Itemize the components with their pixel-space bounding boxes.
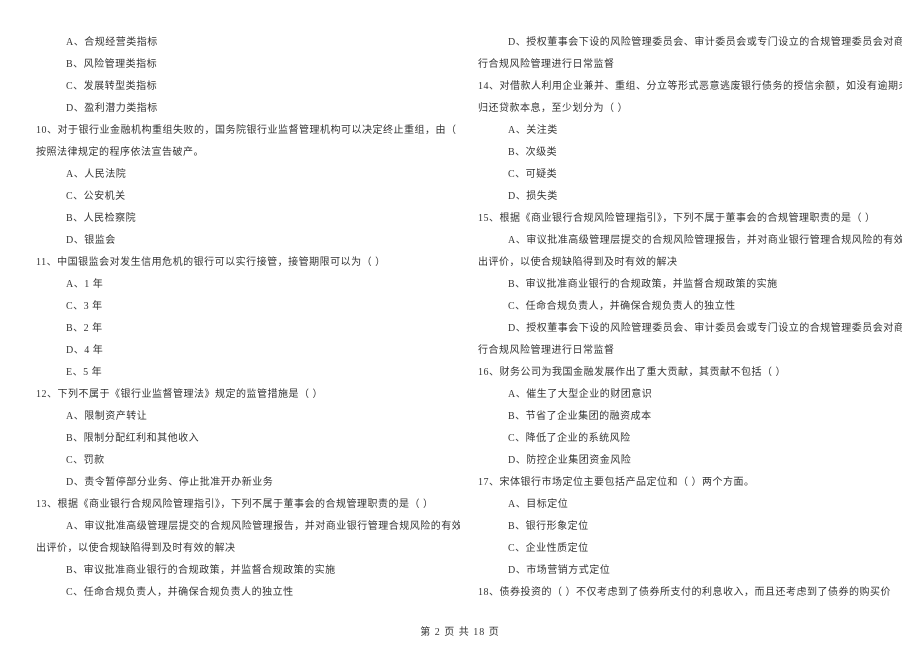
text-line: D、责令暂停部分业务、停止批准开办新业务 — [36, 472, 460, 494]
text-line: A、催生了大型企业的财团意识 — [478, 384, 902, 406]
text-line: B、限制分配红利和其他收入 — [36, 428, 460, 450]
text-line: A、人民法院 — [36, 164, 460, 186]
text-line: 行合规风险管理进行日常监督 — [478, 54, 902, 76]
text-line: C、罚款 — [36, 450, 460, 472]
text-line: A、1 年 — [36, 274, 460, 296]
text-line: D、授权董事会下设的风险管理委员会、审计委员会或专门设立的合规管理委员会对商业银 — [478, 32, 902, 54]
exam-page: A、合规经营类指标B、风险管理类指标C、发展转型类指标D、盈利潜力类指标10、对… — [0, 0, 920, 614]
right-column: D、授权董事会下设的风险管理委员会、审计委员会或专门设立的合规管理委员会对商业银… — [478, 32, 902, 604]
text-line: 归还贷款本息，至少划分为（ ） — [478, 98, 902, 120]
text-line: 12、下列不属于《银行业监督管理法》规定的监管措施是（ ） — [36, 384, 460, 406]
text-line: 16、财务公司为我国金融发展作出了重大贡献，其贡献不包括（ ） — [478, 362, 902, 384]
text-line: E、5 年 — [36, 362, 460, 384]
page-footer: 第 2 页 共 18 页 — [0, 623, 920, 638]
text-line: A、关注类 — [478, 120, 902, 142]
text-line: D、损失类 — [478, 186, 902, 208]
text-line: A、审议批准高级管理层提交的合规风险管理报告，并对商业银行管理合规风险的有效性作 — [36, 516, 460, 538]
text-line: B、审议批准商业银行的合规政策，并监督合规政策的实施 — [478, 274, 902, 296]
text-line: B、节省了企业集团的融资成本 — [478, 406, 902, 428]
text-line: A、审议批准高级管理层提交的合规风险管理报告，并对商业银行管理合规风险的有效性作 — [478, 230, 902, 252]
text-line: C、降低了企业的系统风险 — [478, 428, 902, 450]
text-line: A、目标定位 — [478, 494, 902, 516]
text-line: D、4 年 — [36, 340, 460, 362]
text-line: D、市场营销方式定位 — [478, 560, 902, 582]
text-line: 18、债券投资的（ ）不仅考虑到了债券所支付的利息收入，而且还考虑到了债券的购买… — [478, 582, 902, 604]
text-line: A、合规经营类指标 — [36, 32, 460, 54]
left-column: A、合规经营类指标B、风险管理类指标C、发展转型类指标D、盈利潜力类指标10、对… — [36, 32, 460, 604]
text-line: C、发展转型类指标 — [36, 76, 460, 98]
text-line: D、防控企业集团资金风险 — [478, 450, 902, 472]
text-line: B、2 年 — [36, 318, 460, 340]
text-line: D、授权董事会下设的风险管理委员会、审计委员会或专门设立的合规管理委员会对商业银 — [478, 318, 902, 340]
text-line: 11、中国银监会对发生信用危机的银行可以实行接管，接管期限可以为（ ） — [36, 252, 460, 274]
text-line: C、企业性质定位 — [478, 538, 902, 560]
text-line: 17、宋体银行市场定位主要包括产品定位和（ ）两个方面。 — [478, 472, 902, 494]
text-line: C、任命合规负责人，并确保合规负责人的独立性 — [36, 582, 460, 604]
text-line: B、审议批准商业银行的合规政策，并监督合规政策的实施 — [36, 560, 460, 582]
text-line: 行合规风险管理进行日常监督 — [478, 340, 902, 362]
text-line: D、银监会 — [36, 230, 460, 252]
text-line: C、3 年 — [36, 296, 460, 318]
text-line: D、盈利潜力类指标 — [36, 98, 460, 120]
text-line: 15、根据《商业银行合规风险管理指引》，下列不属于董事会的合规管理职责的是（ ） — [478, 208, 902, 230]
text-line: 出评价，以使合规缺陷得到及时有效的解决 — [36, 538, 460, 560]
text-line: 10、对于银行业金融机构重组失败的，国务院银行业监督管理机构可以决定终止重组，由… — [36, 120, 460, 142]
text-line: C、公安机关 — [36, 186, 460, 208]
text-line: C、任命合规负责人，并确保合规负责人的独立性 — [478, 296, 902, 318]
text-line: A、限制资产转让 — [36, 406, 460, 428]
text-line: 13、根据《商业银行合规风险管理指引》，下列不属于董事会的合规管理职责的是（ ） — [36, 494, 460, 516]
text-line: B、人民检察院 — [36, 208, 460, 230]
text-line: B、银行形象定位 — [478, 516, 902, 538]
text-line: B、次级类 — [478, 142, 902, 164]
text-line: 按照法律规定的程序依法宣告破产。 — [36, 142, 460, 164]
text-line: 14、对借款人利用企业兼并、重组、分立等形式恶意逃废银行债务的授信余额，如没有逾… — [478, 76, 902, 98]
text-line: B、风险管理类指标 — [36, 54, 460, 76]
text-line: 出评价，以使合规缺陷得到及时有效的解决 — [478, 252, 902, 274]
text-line: C、可疑类 — [478, 164, 902, 186]
